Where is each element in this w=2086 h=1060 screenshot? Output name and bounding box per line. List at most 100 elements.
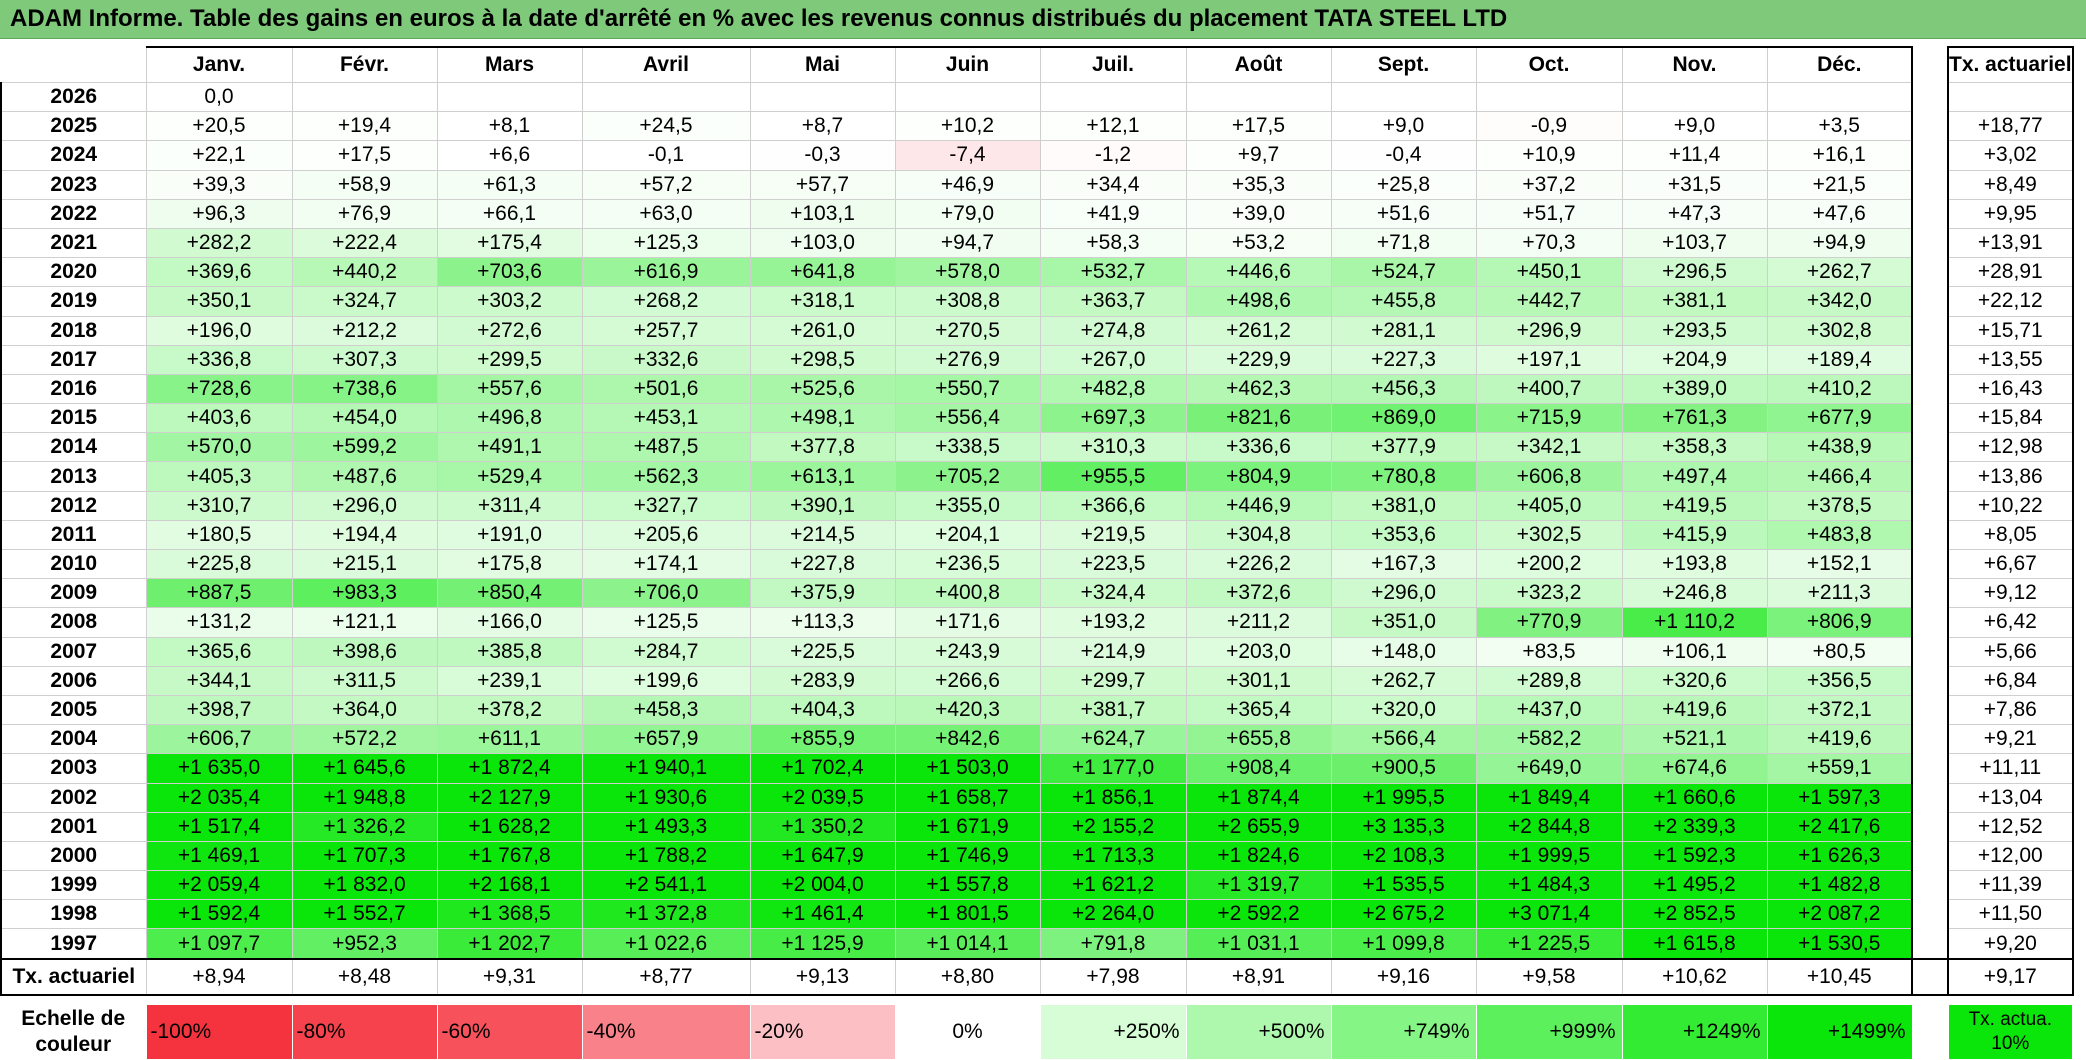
value-cell: +205,6 — [581, 519, 751, 551]
value-cell: +1 801,5 — [894, 899, 1041, 930]
value-cell: +462,3 — [1185, 373, 1332, 405]
value-cell: +419,6 — [1621, 694, 1768, 726]
value-cell: +10,9 — [1475, 140, 1623, 171]
gap-cell — [750, 995, 895, 1005]
table-row: 2024 +22,1 +17,5 +6,6 -0,1 -0,3 -7,4 -1,2 +9,7 -0… — [0, 140, 2074, 171]
scale-swatch: -80% — [291, 1003, 438, 1060]
gap-row — [1, 995, 2073, 1005]
value-cell: -7,4 — [894, 140, 1041, 171]
value-cell: +175,8 — [436, 548, 583, 580]
year-cell: 1997 — [0, 928, 147, 960]
value-cell: +174,1 — [581, 548, 751, 580]
spacer-cell — [1912, 491, 1948, 521]
spacer-cell — [1912, 666, 1948, 696]
value-cell: +842,6 — [894, 724, 1041, 755]
value-cell: +71,8 — [1330, 227, 1477, 259]
value-cell: +342,0 — [1766, 286, 1913, 317]
value-cell: +355,0 — [894, 490, 1041, 521]
value-cell: +203,0 — [1185, 636, 1332, 667]
value-cell: +58,3 — [1039, 227, 1187, 259]
value-cell: +3,5 — [1766, 111, 1913, 142]
value-cell: +310,7 — [145, 490, 293, 521]
value-cell: +25,8 — [1330, 169, 1477, 200]
value-cell: +705,2 — [894, 461, 1041, 492]
table-row: 2008 +131,2 +121,1 +166,0 +125,5 +113,3 +171,6… — [0, 607, 2074, 638]
value-cell — [1039, 81, 1187, 113]
table-row: 2023 +39,3 +58,9 +61,3 +57,2 +57,7 +46,9 +34,4 +… — [0, 169, 2074, 200]
table-row: 2011 +180,5 +194,4 +191,0 +205,6 +214,5 +204,1… — [0, 519, 2074, 551]
value-cell: +24,5 — [581, 111, 751, 142]
value-cell: +1 948,8 — [291, 782, 438, 813]
month-header: Sept. — [1330, 46, 1477, 83]
table-row: 2002 +2 035,4 +1 948,8 +2 127,9 +1 930,6 +2 0… — [0, 782, 2074, 813]
value-cell: +2 541,1 — [581, 870, 751, 901]
tx-cell: +9,95 — [1947, 198, 2074, 229]
value-cell: +405,3 — [145, 461, 293, 492]
value-cell: +351,0 — [1330, 607, 1477, 638]
value-cell: +9,0 — [1330, 111, 1477, 142]
value-cell: +296,0 — [1330, 578, 1477, 609]
value-cell: +955,5 — [1039, 461, 1187, 492]
value-cell: +674,6 — [1621, 753, 1768, 784]
value-cell: +1 495,2 — [1621, 870, 1768, 901]
value-cell: +94,7 — [894, 227, 1041, 259]
value-cell: +225,8 — [145, 548, 293, 580]
value-cell: +438,9 — [1766, 432, 1913, 463]
value-cell: +375,9 — [749, 578, 896, 609]
year-cell: 2026 — [0, 81, 147, 113]
month-header: Mai — [749, 46, 896, 83]
value-cell: +557,6 — [436, 373, 583, 405]
value-cell: +381,0 — [1330, 490, 1477, 521]
value-cell: +9,0 — [1621, 111, 1768, 142]
value-cell: +94,9 — [1766, 227, 1913, 259]
value-cell: +454,0 — [291, 403, 438, 434]
spacer-cell — [1912, 47, 1948, 83]
value-cell: +298,5 — [749, 344, 896, 375]
year-cell: 2018 — [0, 315, 147, 346]
value-cell: +1 125,9 — [749, 928, 896, 960]
value-cell: +556,4 — [894, 403, 1041, 434]
value-cell: +887,5 — [145, 578, 293, 609]
value-cell: +983,3 — [291, 578, 438, 609]
value-cell: +308,8 — [894, 286, 1041, 317]
value-cell: +289,8 — [1475, 665, 1623, 696]
value-cell: +2 852,5 — [1621, 899, 1768, 930]
gap-cell — [437, 995, 582, 1005]
value-cell: +529,4 — [436, 461, 583, 492]
value-cell: +703,6 — [436, 257, 583, 288]
value-cell: +385,8 — [436, 636, 583, 667]
value-cell: +276,9 — [894, 344, 1041, 375]
spacer-cell — [1912, 695, 1948, 725]
value-cell: +125,3 — [581, 227, 751, 259]
year-cell: 2002 — [0, 782, 147, 813]
table-row: 2021 +282,2 +222,4 +175,4 +125,3 +103,0 +94,7 +… — [0, 227, 2074, 259]
value-cell: +332,6 — [581, 344, 751, 375]
value-cell: +166,0 — [436, 607, 583, 638]
value-cell: +369,6 — [145, 257, 293, 288]
value-cell: +606,8 — [1475, 461, 1623, 492]
value-cell: +17,5 — [291, 140, 438, 171]
value-cell: +1 824,6 — [1185, 840, 1332, 872]
value-cell: +261,0 — [749, 315, 896, 346]
value-cell: +199,6 — [581, 665, 751, 696]
value-cell: +344,1 — [145, 665, 293, 696]
table-row: 2017 +336,8 +307,3 +299,5 +332,6 +298,5 +276,9… — [0, 344, 2074, 375]
value-cell: +715,9 — [1475, 403, 1623, 434]
value-cell: +677,9 — [1766, 403, 1913, 434]
value-cell: +282,2 — [145, 227, 293, 259]
gap-cell — [895, 995, 1040, 1005]
value-cell: +9,7 — [1185, 140, 1332, 171]
spacer-cell — [1912, 578, 1948, 608]
value-cell: +1 645,6 — [291, 753, 438, 784]
spacer-cell — [1912, 257, 1948, 287]
value-cell: +532,7 — [1039, 257, 1187, 288]
value-cell: +1 031,1 — [1185, 928, 1332, 960]
month-header: Janv. — [145, 46, 293, 83]
value-cell: +293,5 — [1621, 315, 1768, 346]
value-cell: +377,9 — [1330, 432, 1477, 463]
scale-swatch: -100% — [145, 1003, 293, 1060]
value-cell: +1 350,2 — [749, 811, 896, 842]
value-cell: +320,6 — [1621, 665, 1768, 696]
value-cell: +498,1 — [749, 403, 896, 434]
value-cell: +180,5 — [145, 519, 293, 551]
